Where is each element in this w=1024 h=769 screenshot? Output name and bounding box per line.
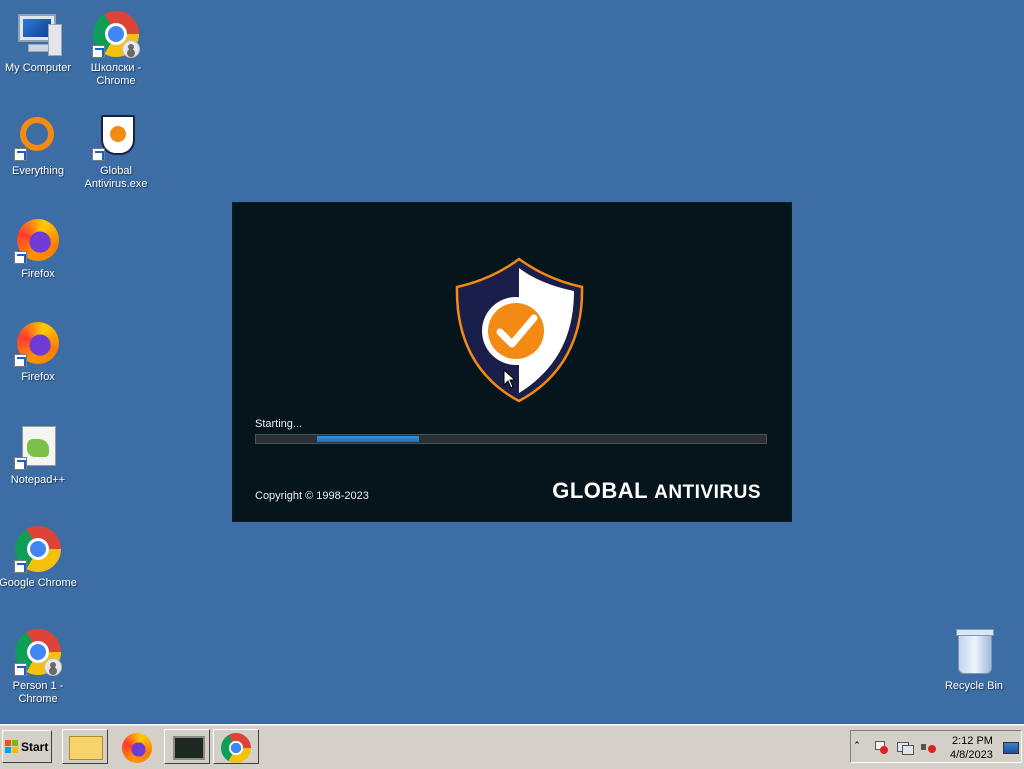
start-button[interactable]: Start — [2, 730, 52, 763]
chrome-icon — [14, 525, 62, 573]
start-label: Start — [21, 739, 49, 754]
desktop-icon-chrome-school[interactable]: Школски - Chrome — [77, 4, 155, 88]
desktop-icon-label: Everything — [12, 165, 64, 177]
desktop-icon-label: Firefox — [21, 371, 55, 383]
taskbar-file-explorer[interactable] — [62, 729, 108, 764]
my-computer-icon — [14, 10, 62, 58]
taskbar-chrome[interactable] — [213, 729, 259, 764]
desktop-icon-label: Firefox — [21, 268, 55, 280]
brand-word-global: GLOBAL — [552, 478, 649, 503]
antivirus-splash-window: Starting... Copyright © 1998-2023 GLOBAL… — [233, 203, 791, 521]
copyright-text: Copyright © 1998-2023 — [255, 490, 369, 502]
progress-bar-fill — [317, 436, 419, 442]
network-icon[interactable] — [897, 740, 914, 755]
desktop-icon-my-computer[interactable]: My Computer — [0, 4, 77, 75]
desktop-icon-recycle-bin[interactable]: Recycle Bin — [935, 622, 1013, 693]
desktop-icon-global-antivirus[interactable]: Global Antivirus.exe — [77, 107, 155, 191]
desktop-icon-label: Google Chrome — [0, 577, 77, 589]
desktop-icon-notepad-plus-plus[interactable]: Notepad++ — [0, 416, 77, 487]
firefox-icon — [122, 733, 152, 763]
system-tray: ˆ 2:12 PM 4/8/2023 — [850, 730, 1022, 763]
recycle-bin-icon — [950, 628, 998, 676]
show-hidden-icons[interactable]: ˆ — [855, 740, 869, 754]
global-antivirus-icon — [92, 113, 140, 161]
everything-icon — [14, 113, 62, 161]
volume-muted-icon[interactable] — [921, 740, 936, 754]
desktop-icon-label: Person 1 - Chrome — [12, 680, 64, 705]
desktop-icon-label: Recycle Bin — [944, 680, 1004, 692]
clock-time[interactable]: 2:12 PM — [952, 735, 993, 747]
task-manager-icon — [173, 736, 205, 760]
brand-word-antivirus: ANTIVIRUS — [654, 482, 761, 503]
taskbar-firefox[interactable] — [113, 729, 159, 764]
firefox-icon — [14, 319, 62, 367]
taskbar: Start ˆ 2:12 PM 4/8/2023 — [0, 724, 1024, 769]
taskbar-task-manager[interactable] — [164, 729, 210, 764]
desktop-icon-label: Global Antivirus.exe — [84, 165, 148, 190]
action-center-flag-icon[interactable] — [873, 740, 888, 754]
file-explorer-icon — [69, 736, 103, 760]
chrome-icon — [14, 628, 62, 676]
clock-date[interactable]: 4/8/2023 — [950, 749, 993, 761]
shield-check-icon — [455, 257, 584, 403]
desktop-icon-label: My Computer — [4, 62, 72, 74]
show-desktop-icon[interactable] — [1003, 740, 1019, 754]
desktop-icon-firefox-2[interactable]: Firefox — [0, 313, 77, 384]
desktop-icon-everything[interactable]: Everything — [0, 107, 77, 178]
desktop-icon-label: Школски - Chrome — [90, 62, 142, 87]
mouse-cursor-icon — [503, 369, 517, 389]
brand-wordmark: GLOBAL ANTIVIRUS — [552, 478, 761, 504]
desktop-icon-label: Notepad++ — [10, 474, 66, 486]
desktop-icon-firefox-1[interactable]: Firefox — [0, 210, 77, 281]
chrome-icon — [92, 10, 140, 58]
windows-logo-icon — [5, 739, 19, 754]
desktop-icon-google-chrome[interactable]: Google Chrome — [0, 519, 77, 590]
status-text: Starting... — [255, 418, 303, 430]
notepad-plus-plus-icon — [14, 422, 62, 470]
desktop-icon-person-1-chrome[interactable]: Person 1 - Chrome — [0, 622, 77, 706]
chrome-icon — [221, 733, 251, 763]
firefox-icon — [14, 216, 62, 264]
progress-bar — [255, 434, 767, 444]
